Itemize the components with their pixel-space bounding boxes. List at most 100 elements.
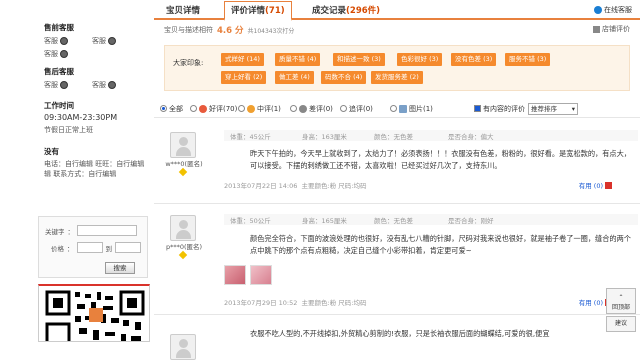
- price-min-input[interactable]: [76, 242, 103, 253]
- shop-review-link[interactable]: 店铺评价: [593, 24, 630, 34]
- review-photo[interactable]: [224, 265, 246, 285]
- back-to-top-button[interactable]: ⌃ 回顶部: [606, 288, 636, 314]
- presale-section: 售前客服 客服 客服 客服: [44, 22, 148, 59]
- avatar: [170, 334, 196, 360]
- impression-tag[interactable]: 式样好 (14): [221, 53, 264, 66]
- aftersale-title: 售后客服: [44, 67, 74, 76]
- hours-section: 工作时间 09:30AM-23:30PM 节假日正常上班: [44, 100, 148, 135]
- review-meta: 体重：50公斤 身高：165厘米 颜色：无色差 是否合身：刚好: [224, 214, 638, 225]
- shop-review-label: 店铺评价: [602, 25, 630, 33]
- rating-label: 宝贝与描述相符: [164, 26, 213, 34]
- checkbox-icon[interactable]: [474, 105, 481, 112]
- impression-tag[interactable]: 做工差 (4): [275, 71, 314, 84]
- wangwang-icon[interactable]: [108, 37, 116, 45]
- wangwang-icon[interactable]: [60, 81, 68, 89]
- reviewer-name[interactable]: p***0(匿名): [160, 241, 208, 251]
- diamond-icon: [178, 250, 188, 260]
- impression-tag[interactable]: 质量不错 (4): [275, 53, 321, 66]
- agent-link[interactable]: 客服: [44, 36, 92, 46]
- review-text: 昨天下午拍的，今天早上就收到了，太给力了！必须表扬！！！衣服没有色差，粉粉的，很…: [250, 149, 631, 170]
- main-content: 宝贝详情 评价详情(71) 成交记录(296件) 在线客服 宝贝与描述相符 4.…: [154, 0, 640, 360]
- to-label: 到: [105, 244, 113, 253]
- sidebar: 售前客服 客服 客服 客服 售后客服 客服 客服 工作时间 09:30AM-23…: [0, 0, 150, 342]
- review-item: w***0(匿名) 体重：45公斤 身高：163厘米 颜色：无色差 是否合身：偏…: [154, 122, 640, 204]
- review-text: 衣服不吃人型的,不开线掉扣,外贸精心剪制的!衣服，只是长袖衣服后面的蝴蝶结,可爱…: [250, 329, 550, 338]
- contact-line: 电话：自行编辑 旺旺：自行编辑: [44, 160, 145, 168]
- impression-tag[interactable]: 码数不合 (4): [321, 71, 367, 84]
- review-text: 颜色完全符合，下面的波浪处理的也很好，没有乱七八糟的针脚，尺码对我来说也很好，就…: [250, 234, 631, 255]
- sort-select[interactable]: 推荐排序 ▾: [528, 103, 578, 115]
- negative-icon: [299, 104, 307, 113]
- tab-bar: 宝贝详情 评价详情(71) 成交记录(296件) 在线客服: [154, 0, 640, 21]
- arrow-up-icon: ⌃: [618, 294, 624, 301]
- avatar: [170, 132, 196, 158]
- wangwang-icon[interactable]: [60, 50, 68, 58]
- contact-line: 辑 联系方式：自行编辑: [44, 170, 117, 178]
- radio-icon[interactable]: [340, 105, 347, 112]
- online-service-label: 在线客服: [604, 6, 632, 14]
- image-icon: [399, 104, 407, 113]
- useful-button[interactable]: 有用 (0): [579, 180, 612, 190]
- tab-transactions[interactable]: 成交记录(296件): [306, 2, 386, 20]
- review-item: p***0(匿名) 体重：50公斤 身高：165厘米 颜色：无色差 是否合身：刚…: [154, 205, 640, 315]
- thumbs-up-icon: [605, 181, 612, 189]
- contact-section: 没有 电话：自行编辑 旺旺：自行编辑 辑 联系方式：自行编辑: [44, 146, 148, 179]
- agent-link[interactable]: 客服: [44, 49, 92, 59]
- agent-link[interactable]: 客服: [92, 80, 140, 90]
- tab-item-details[interactable]: 宝贝详情: [160, 2, 206, 20]
- radio-icon[interactable]: [390, 105, 397, 112]
- price-max-input[interactable]: [115, 242, 141, 253]
- keyword-label: 关键字: [45, 227, 65, 236]
- review-photo[interactable]: [250, 265, 272, 285]
- impression-tag[interactable]: 色彩很好 (3): [397, 53, 443, 66]
- review-meta: 体重：45公斤 身高：163厘米 颜色：无色差 是否合身：偏大: [224, 130, 638, 141]
- filter-all[interactable]: 全部: [160, 104, 183, 114]
- presale-title: 售前客服: [44, 23, 74, 32]
- impression-tag[interactable]: 发货服务差 (2): [371, 71, 423, 84]
- rating-score: 4.6 分: [217, 26, 244, 36]
- filter-followup[interactable]: 追评(0): [340, 104, 373, 114]
- radio-icon[interactable]: [290, 105, 297, 112]
- avatar: [170, 215, 196, 241]
- wangwang-icon[interactable]: [60, 37, 68, 45]
- agent-link[interactable]: 客服: [92, 36, 140, 46]
- hours-time: 09:30AM-23:30PM: [44, 113, 118, 122]
- filter-negative[interactable]: 差评(0): [290, 104, 333, 114]
- aftersale-section: 售后客服 客服 客服: [44, 66, 148, 90]
- tab-reviews[interactable]: 评价详情(71): [224, 1, 292, 21]
- review-item: 衣服不吃人型的,不开线掉扣,外贸精心剪制的!衣服，只是长袖衣服后面的蝴蝶结,可爱…: [154, 318, 640, 360]
- chat-icon: [594, 6, 602, 14]
- document-icon: [593, 25, 600, 33]
- raters-count: 共104343次打分: [247, 27, 295, 35]
- impression-panel: 大家印象: 式样好 (14) 质量不错 (4) 和描述一致 (3) 色彩很好 (…: [164, 45, 630, 91]
- qr-code: [38, 284, 150, 342]
- online-service-link[interactable]: 在线客服: [594, 5, 632, 15]
- search-button[interactable]: 搜索: [105, 262, 135, 274]
- hours-title: 工作时间: [44, 101, 74, 110]
- suggest-button[interactable]: 建议: [606, 316, 636, 332]
- review-date: 2013年07月22日 14:06 主要颜色:粉 尺码:均码: [224, 182, 367, 190]
- impression-tag[interactable]: 穿上好看 (2): [221, 71, 267, 84]
- diamond-icon: [178, 167, 188, 177]
- hours-note: 节假日正常上班: [44, 126, 93, 134]
- keyword-input[interactable]: [77, 225, 137, 236]
- filter-images[interactable]: 图片(1): [390, 104, 433, 114]
- positive-icon: [199, 104, 207, 113]
- impression-tag[interactable]: 服务不错 (3): [505, 53, 551, 66]
- radio-icon[interactable]: [160, 105, 167, 112]
- price-label: 价格: [51, 244, 64, 253]
- radio-icon[interactable]: [238, 105, 245, 112]
- filter-neutral[interactable]: 中评(1): [238, 104, 281, 114]
- shop-search-box: 关键字： 价格： 到 搜索: [38, 216, 148, 278]
- filter-positive[interactable]: 好评(70): [190, 104, 237, 114]
- agent-link[interactable]: 客服: [44, 80, 92, 90]
- review-filter-bar: 全部 好评(70) 中评(1) 差评(0) 追评(0) 图片(1) 有内容的评价…: [154, 100, 640, 118]
- neutral-icon: [247, 104, 255, 113]
- wangwang-icon[interactable]: [108, 81, 116, 89]
- reviewer-name[interactable]: w***0(匿名): [160, 158, 208, 168]
- content-only-checkbox[interactable]: 有内容的评价: [474, 104, 525, 114]
- chevron-down-icon: ▾: [571, 105, 575, 113]
- impression-tag[interactable]: 没有色差 (3): [451, 53, 497, 66]
- impression-tag[interactable]: 和描述一致 (3): [333, 53, 385, 66]
- radio-icon[interactable]: [190, 105, 197, 112]
